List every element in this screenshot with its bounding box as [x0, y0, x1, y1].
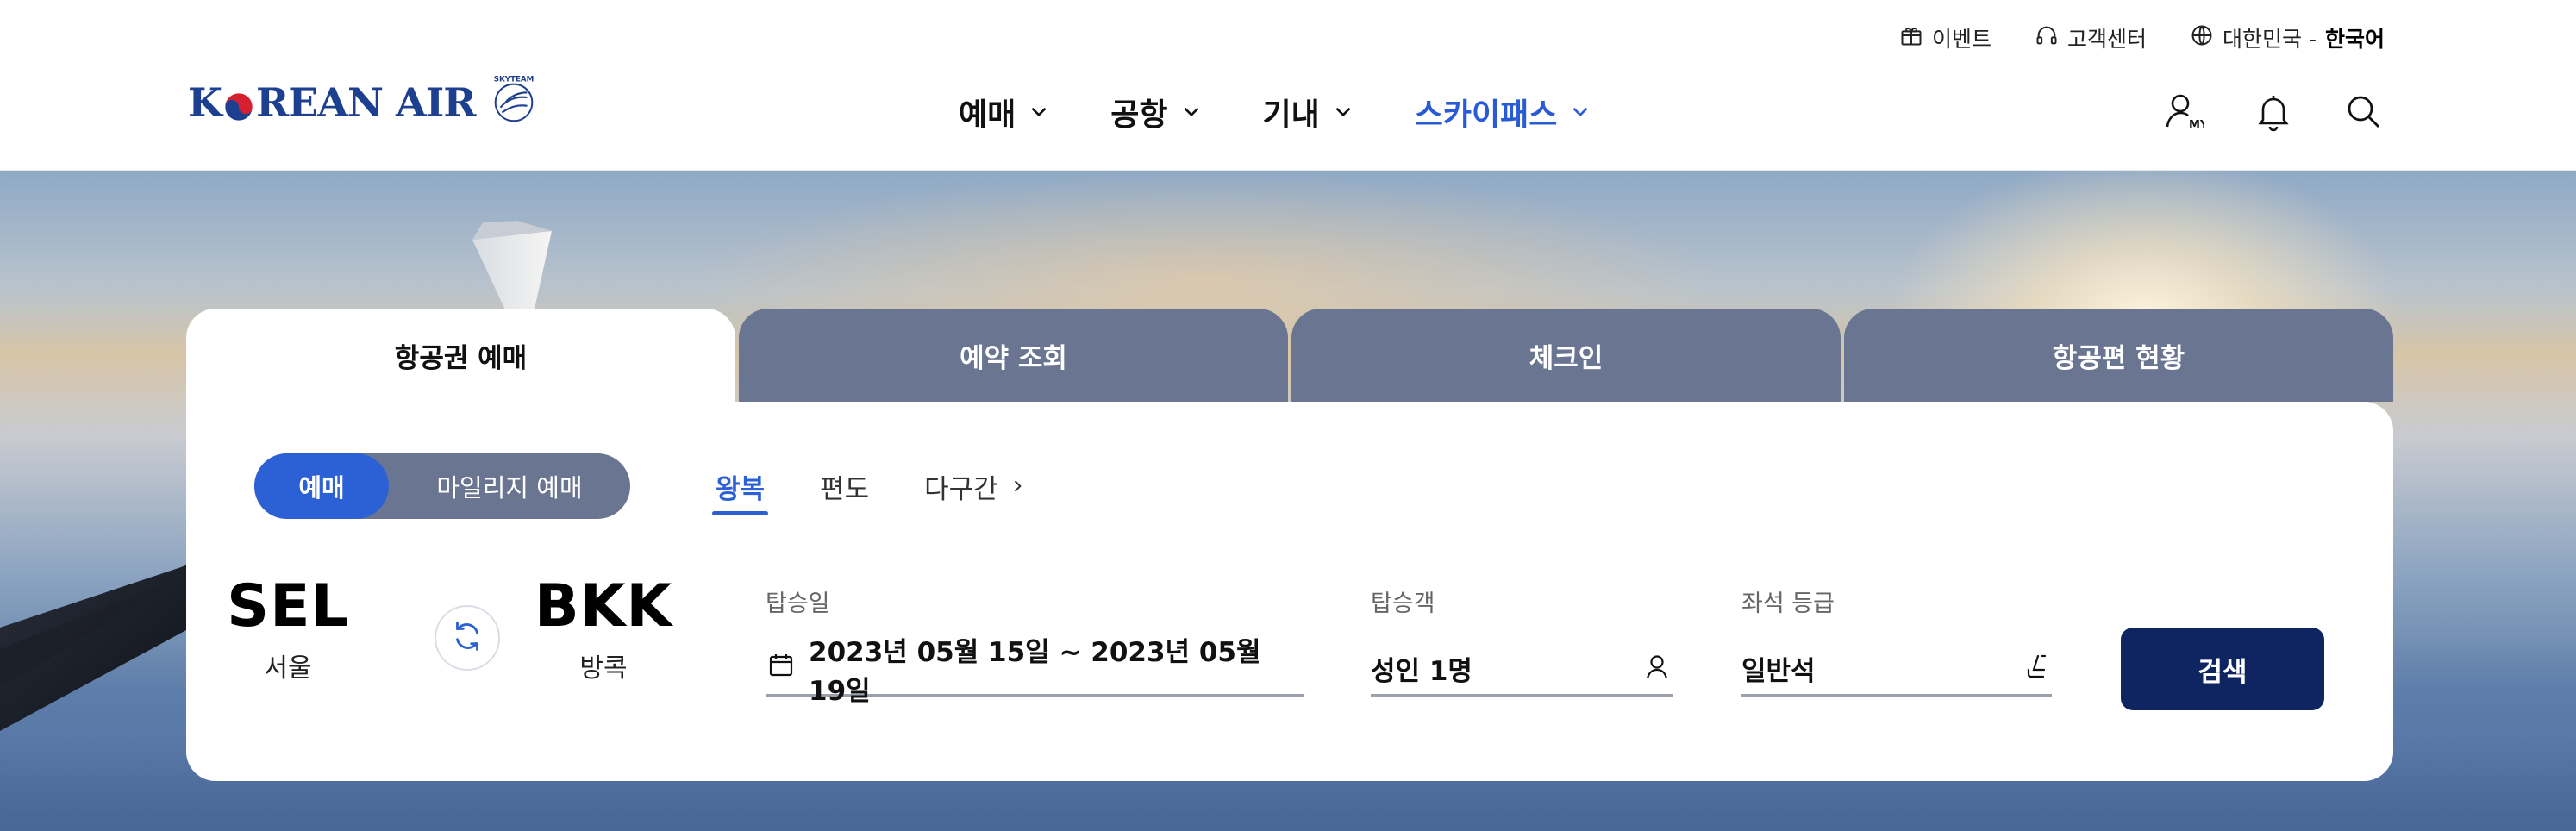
- chevron-down-icon: [1180, 95, 1203, 130]
- passenger-label: 탑승객: [1371, 590, 1435, 617]
- cabin-field: 좌석 등급 일반석: [1741, 584, 2052, 697]
- main-nav: 예매 공항 기내 스카이패스: [959, 86, 1591, 138]
- passenger-value: 성인 1명: [1371, 656, 1472, 687]
- search-flights-button[interactable]: 검색: [2121, 628, 2324, 710]
- mode-mileage-button[interactable]: 마일리지 예매: [389, 453, 630, 519]
- trip-multi-label: 다구간: [924, 473, 998, 505]
- trip-one-way[interactable]: 편도: [820, 462, 869, 510]
- tab-ticket-booking[interactable]: 항공권 예매: [186, 309, 735, 402]
- region-label: 대한민국 -: [2223, 27, 2317, 52]
- gift-icon: [1899, 23, 1923, 53]
- seat-icon: [2021, 652, 2052, 686]
- language-selector[interactable]: 대한민국 - 한국어: [2190, 21, 2385, 55]
- support-label: 고객센터: [2067, 27, 2148, 52]
- tab-flight-status[interactable]: 항공편 현황: [1844, 309, 2393, 402]
- nav-airport[interactable]: 공항: [1110, 86, 1202, 138]
- bell-icon: [2253, 91, 2294, 135]
- notification-button[interactable]: [2252, 90, 2295, 136]
- date-picker[interactable]: 2023년 05월 15일 ~ 2023년 05월 19일: [766, 637, 1304, 707]
- chevron-down-icon: [1332, 95, 1354, 130]
- support-link[interactable]: 고객센터: [2035, 21, 2147, 55]
- korean-air-logo[interactable]: K REAN AIR SKYTEAM: [188, 74, 541, 131]
- trip-multi-city[interactable]: 다구간: [924, 462, 1026, 510]
- nav-booking[interactable]: 예매: [959, 86, 1050, 138]
- nav-inflight-label: 기내: [1262, 97, 1320, 133]
- booking-panel: 예매 마일리지 예매 왕복 편도 다구간 SEL 서울 BKK 방콕 탑승일 2…: [186, 402, 2393, 781]
- logo-wordmark: K REAN AIR: [188, 79, 476, 126]
- event-link[interactable]: 이벤트: [1899, 21, 1991, 55]
- passenger-field: 탑승객 성인 1명: [1371, 584, 1673, 697]
- event-label: 이벤트: [1931, 27, 1991, 52]
- skyteam-icon: SKYTEAM: [487, 74, 541, 131]
- swap-airports-button[interactable]: [435, 605, 500, 671]
- utility-links: 이벤트 고객센터 대한민국 - 한국어: [1899, 21, 2385, 55]
- site-header: 이벤트 고객센터 대한민국 - 한국어 K REAN AIR SKYTEAM 예…: [0, 0, 2576, 171]
- booking-mode-toggle: 예매 마일리지 예매: [254, 453, 630, 519]
- cabin-selector[interactable]: 일반석: [1741, 643, 2052, 697]
- logo-letters: REAN AIR: [255, 79, 476, 126]
- tab-checkin[interactable]: 체크인: [1291, 309, 1841, 402]
- origin-airport[interactable]: SEL 서울: [210, 574, 366, 684]
- booking-widget: 항공권 예매 예약 조회 체크인 항공편 현황 예매 마일리지 예매 왕복 편도…: [186, 309, 2393, 781]
- cabin-value: 일반석: [1741, 656, 1816, 687]
- widget-tabs: 항공권 예매 예약 조회 체크인 항공편 현황: [186, 309, 2393, 402]
- trip-round-label: 왕복: [716, 473, 766, 505]
- search-button-header[interactable]: [2342, 90, 2385, 136]
- chevron-down-icon: [1569, 95, 1591, 130]
- tab-reservation-lookup[interactable]: 예약 조회: [739, 309, 1288, 402]
- origin-city: 서울: [264, 653, 312, 684]
- destination-city: 방콕: [579, 653, 628, 684]
- nav-skypass[interactable]: 스카이패스: [1415, 86, 1592, 138]
- taegeuk-icon: [222, 86, 255, 122]
- swap-icon: [447, 616, 487, 659]
- headset-icon: [2035, 23, 2059, 53]
- nav-inflight[interactable]: 기내: [1263, 86, 1354, 138]
- mode-regular-button[interactable]: 예매: [254, 453, 389, 519]
- destination-airport[interactable]: BKK 방콕: [526, 574, 681, 684]
- calendar-icon: [766, 650, 797, 688]
- globe-icon: [2190, 23, 2214, 53]
- nav-airport-label: 공항: [1110, 97, 1168, 133]
- svg-text:MY: MY: [2189, 119, 2204, 132]
- header-actions: MY: [2162, 90, 2385, 136]
- origin-code: SEL: [227, 572, 349, 640]
- svg-text:SKYTEAM: SKYTEAM: [494, 76, 535, 84]
- my-page-icon: MY: [2163, 91, 2209, 135]
- trip-round-trip[interactable]: 왕복: [711, 462, 769, 515]
- trip-oneway-label: 편도: [820, 473, 870, 505]
- nav-skypass-label: 스카이패스: [1414, 97, 1558, 133]
- cabin-label: 좌석 등급: [1741, 590, 1835, 617]
- logo-letter-k: K: [188, 79, 222, 126]
- date-field: 탑승일 2023년 05월 15일 ~ 2023년 05월 19일: [766, 584, 1304, 707]
- trip-type-selector: 왕복 편도 다구간: [711, 462, 1026, 515]
- my-page-button[interactable]: MY: [2162, 90, 2209, 136]
- search-icon: [2342, 91, 2384, 135]
- language-label: 한국어: [2324, 27, 2385, 52]
- destination-code: BKK: [534, 572, 673, 640]
- nav-booking-label: 예매: [959, 97, 1016, 133]
- date-label: 탑승일: [766, 590, 830, 617]
- chevron-right-icon: [1009, 471, 1026, 502]
- person-icon: [1641, 652, 1673, 686]
- passenger-selector[interactable]: 성인 1명: [1371, 643, 1673, 697]
- chevron-down-icon: [1028, 95, 1050, 130]
- date-value: 2023년 05월 15일 ~ 2023년 05월 19일: [809, 636, 1261, 707]
